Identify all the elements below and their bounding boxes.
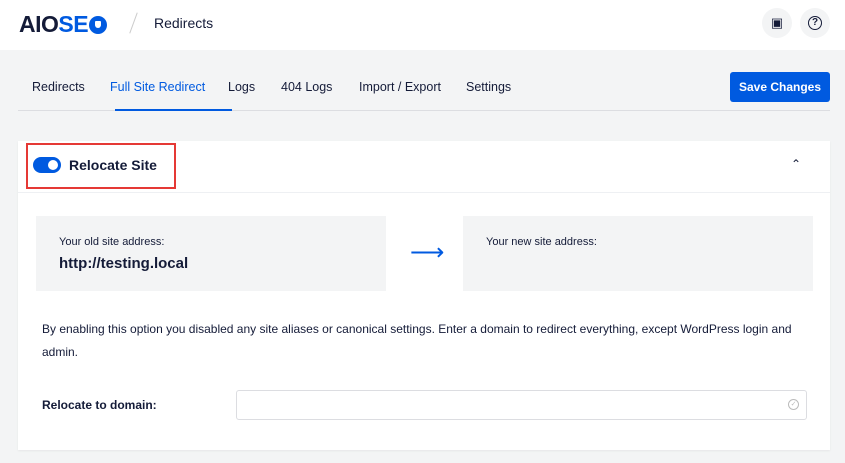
arrow-right-icon: ⟶: [410, 239, 445, 266]
gear-logo-icon: [89, 15, 108, 34]
tab-settings[interactable]: Settings: [466, 80, 511, 94]
inbox-icon: ▣: [770, 15, 784, 30]
relocate-site-card: Relocate Site ⌃ Your old site address: h…: [18, 141, 830, 450]
active-tab-indicator: [115, 109, 232, 111]
old-address-value: http://testing.local: [59, 255, 189, 272]
save-changes-button[interactable]: Save Changes: [730, 72, 830, 102]
check-circle-icon: ✓: [788, 399, 799, 410]
notifications-button[interactable]: ▣: [762, 8, 792, 38]
help-button[interactable]: ?: [800, 8, 830, 38]
tab-404-logs[interactable]: 404 Logs: [281, 80, 332, 94]
old-address-box: Your old site address: http://testing.lo…: [36, 216, 386, 291]
relocate-site-toggle[interactable]: [33, 157, 61, 173]
old-address-label: Your old site address:: [59, 236, 165, 248]
card-title: Relocate Site: [69, 157, 157, 173]
tab-import-export[interactable]: Import / Export: [359, 80, 441, 94]
relocate-domain-label: Relocate to domain:: [42, 398, 157, 412]
tab-full-site-redirect[interactable]: Full Site Redirect: [110, 80, 205, 94]
new-address-label: Your new site address:: [486, 236, 597, 248]
description-text: By enabling this option you disabled any…: [42, 322, 792, 359]
help-icon: ?: [808, 16, 822, 30]
chevron-up-icon[interactable]: ⌃: [791, 157, 801, 171]
tab-logs[interactable]: Logs: [228, 80, 255, 94]
tab-redirects[interactable]: Redirects: [32, 80, 85, 94]
aioseo-logo[interactable]: AIO SE: [19, 11, 108, 38]
breadcrumb: Redirects: [154, 15, 214, 31]
relocate-domain-input[interactable]: ✓: [236, 390, 807, 420]
tab-bar: Redirects Full Site Redirect Logs 404 Lo…: [18, 72, 830, 111]
card-header: Relocate Site ⌃: [18, 141, 830, 193]
new-address-box: Your new site address:: [463, 216, 813, 291]
breadcrumb-separator: [129, 12, 138, 34]
logo-text-blue: SE: [58, 11, 89, 37]
top-header: AIO SE Redirects ▣ ?: [0, 0, 845, 50]
logo-text-dark: AIO: [19, 11, 59, 37]
